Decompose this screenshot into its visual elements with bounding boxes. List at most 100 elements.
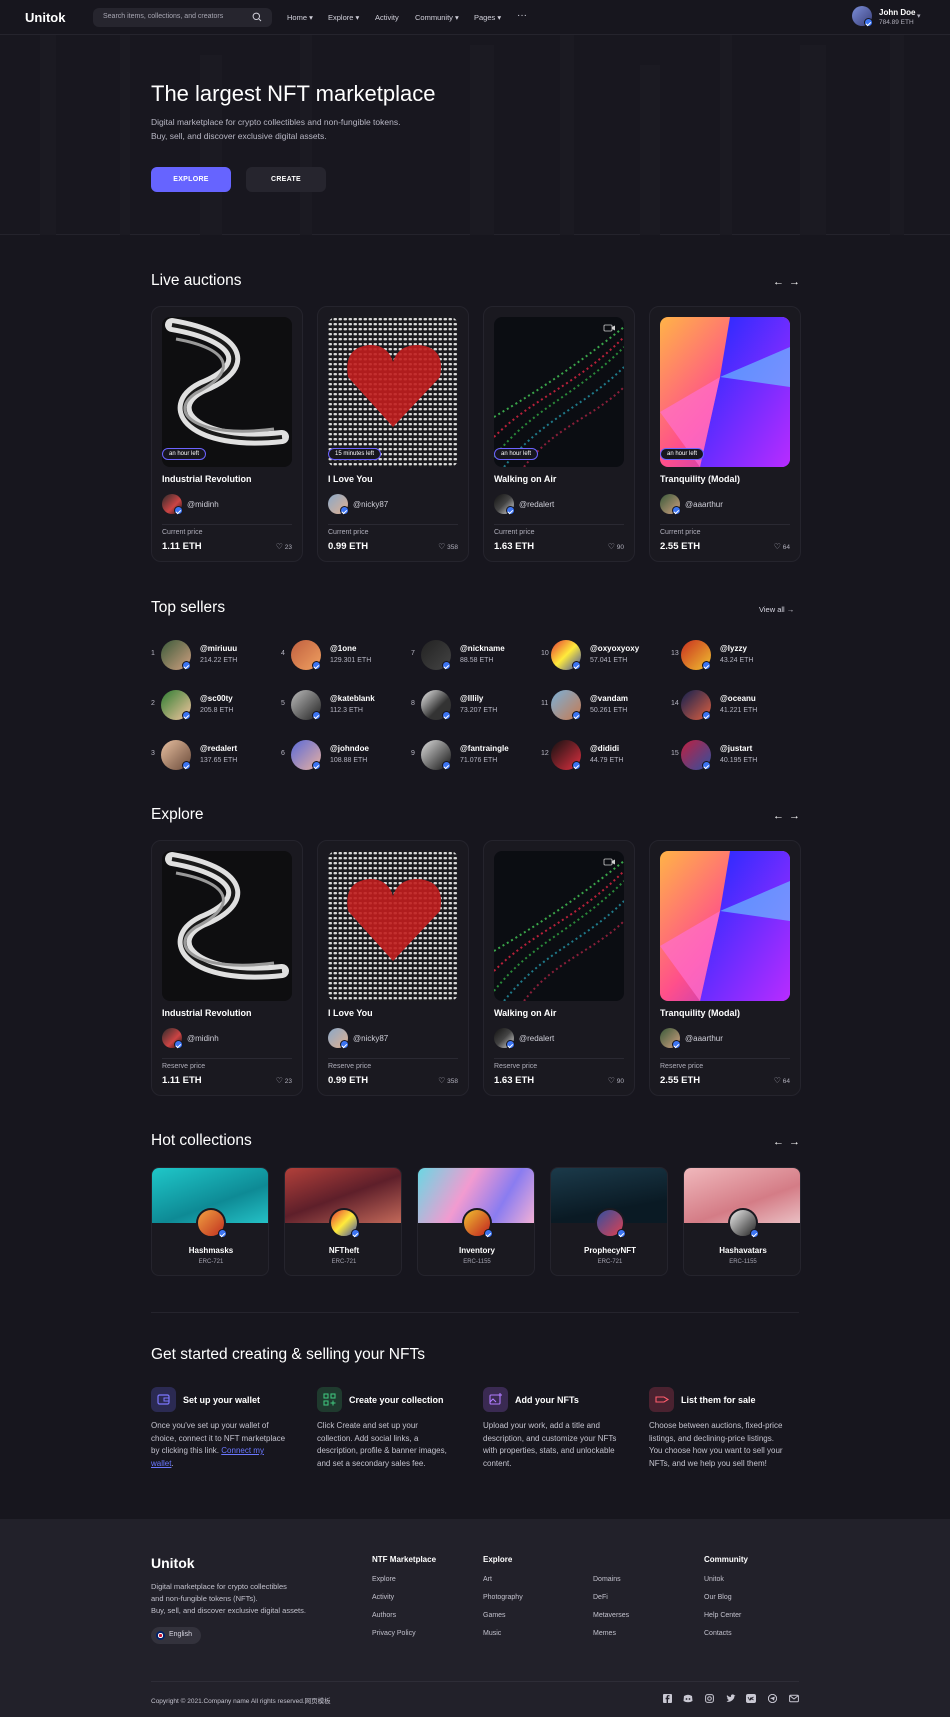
seller-item[interactable]: 10 @oxyoxyoxy 57.041 ETH [541,638,651,670]
avatar[interactable] [291,640,321,670]
owner-avatar[interactable] [162,494,183,515]
footer-link[interactable]: Unitok [704,1576,724,1583]
footer-link[interactable]: Activity [372,1594,394,1601]
nft-title[interactable]: Industrial Revolution [162,1008,252,1018]
footer-link[interactable]: Help Center [704,1612,741,1619]
nav-home[interactable]: Home ▾ [287,13,313,22]
arrow-right-icon[interactable]: → [789,1136,800,1148]
nav-activity[interactable]: Activity [375,13,399,22]
collection-card[interactable]: Hashavatars ERC-1155 [683,1167,801,1276]
owner-name[interactable]: @midinh [187,1034,219,1043]
arrow-left-icon[interactable]: ← [773,1136,784,1148]
seller-item[interactable]: 2 @sc00ty 205.8 ETH [151,688,261,720]
nft-image[interactable] [162,317,292,467]
seller-item[interactable]: 15 @justart 40.195 ETH [671,738,781,770]
seller-name[interactable]: @justart [720,744,752,753]
avatar[interactable] [681,740,711,770]
mail-icon[interactable] [789,1694,799,1703]
seller-name[interactable]: @oxyoxyoxy [590,644,639,653]
nft-card[interactable]: 15 minutes left I Love You @nicky87 Current… [317,306,469,562]
footer-link[interactable]: DeFi [593,1594,608,1601]
instagram-icon[interactable] [705,1694,714,1703]
seller-name[interactable]: @lllily [460,694,483,703]
seller-item[interactable]: 6 @johndoe 108.88 ETH [281,738,391,770]
footer-link[interactable]: Privacy Policy [372,1630,416,1637]
avatar[interactable] [421,640,451,670]
like-button[interactable]: ♡ 64 [774,1076,790,1085]
nft-image[interactable] [328,317,458,467]
collection-card[interactable]: ProphecyNFT ERC-721 [550,1167,668,1276]
footer-link[interactable]: Explore [372,1576,396,1583]
nft-image[interactable] [494,851,624,1001]
twitter-icon[interactable] [726,1694,736,1703]
owner-avatar[interactable] [494,1028,515,1049]
footer-link[interactable]: Authors [372,1612,396,1619]
footer-logo[interactable]: Unitok [151,1555,195,1571]
create-button[interactable]: CREATE [246,167,326,192]
arrow-left-icon[interactable]: ← [773,810,784,822]
seller-item[interactable]: 14 @oceanu 41.221 ETH [671,688,781,720]
avatar[interactable] [291,740,321,770]
seller-name[interactable]: @dididi [590,744,619,753]
avatar[interactable] [551,640,581,670]
owner-name[interactable]: @redalert [519,1034,554,1043]
seller-name[interactable]: @fantraingle [460,744,509,753]
facebook-icon[interactable] [663,1694,672,1703]
seller-name[interactable]: @redalert [200,744,237,753]
seller-item[interactable]: 8 @lllily 73.207 ETH [411,688,521,720]
language-selector[interactable]: English [151,1627,201,1644]
footer-link[interactable]: Games [483,1612,506,1619]
nft-image[interactable] [660,317,790,467]
footer-link[interactable]: Music [483,1630,501,1637]
owner-name[interactable]: @nicky87 [353,1034,388,1043]
arrow-right-icon[interactable]: → [789,810,800,822]
footer-link[interactable]: Contacts [704,1630,732,1637]
seller-item[interactable]: 4 @1one 129.301 ETH [281,638,391,670]
nft-card[interactable]: Tranquility (Modal) @aaarthur Reserve pric… [649,840,801,1096]
seller-name[interactable]: @nickname [460,644,505,653]
nft-card[interactable]: Industrial Revolution @midinh Reserve pric… [151,840,303,1096]
footer-link[interactable]: Memes [593,1630,616,1637]
search-icon[interactable] [252,12,262,22]
nft-title[interactable]: Walking on Air [494,1008,556,1018]
more-menu-button[interactable]: ··· [517,10,527,21]
like-button[interactable]: ♡ 358 [438,542,458,551]
owner-avatar[interactable] [328,494,349,515]
footer-link[interactable]: Photography [483,1594,523,1601]
seller-item[interactable]: 3 @redalert 137.65 ETH [151,738,261,770]
owner-name[interactable]: @midinh [187,500,219,509]
avatar[interactable] [551,690,581,720]
seller-name[interactable]: @miriuuu [200,644,237,653]
seller-name[interactable]: @sc00ty [200,694,233,703]
nft-image[interactable] [162,851,292,1001]
nft-title[interactable]: I Love You [328,1008,373,1018]
like-button[interactable]: ♡ 90 [608,1076,624,1085]
nft-image[interactable] [494,317,624,467]
collection-name[interactable]: Hashmasks [152,1246,268,1255]
like-button[interactable]: ♡ 64 [774,542,790,551]
nft-image[interactable] [660,851,790,1001]
seller-item[interactable]: 1 @miriuuu 214.22 ETH [151,638,261,670]
owner-name[interactable]: @aaarthur [685,500,723,509]
footer-link[interactable]: Our Blog [704,1594,732,1601]
nft-card[interactable]: an hour left Tranquility (Modal) @aaarthur… [649,306,801,562]
avatar[interactable] [291,690,321,720]
owner-name[interactable]: @aaarthur [685,1034,723,1043]
arrow-left-icon[interactable]: ← [773,276,784,288]
search-input[interactable]: Search items, collections, and creators [93,8,272,27]
explore-button[interactable]: EXPLORE [151,167,231,192]
nft-title[interactable]: Tranquility (Modal) [660,1008,740,1018]
collection-name[interactable]: NFTheft [285,1246,401,1255]
collection-card[interactable]: NFTheft ERC-721 [284,1167,402,1276]
avatar[interactable] [551,740,581,770]
avatar[interactable] [681,690,711,720]
collection-card[interactable]: Hashmasks ERC-721 [151,1167,269,1276]
logo[interactable]: Unitok [25,10,65,25]
footer-link[interactable]: Art [483,1576,492,1583]
nft-image[interactable] [328,851,458,1001]
seller-name[interactable]: @vandam [590,694,628,703]
nft-card[interactable]: I Love You @nicky87 Reserve price 0.99 ETH ♡… [317,840,469,1096]
owner-name[interactable]: @nicky87 [353,500,388,509]
seller-item[interactable]: 5 @kateblank 112.3 ETH [281,688,391,720]
avatar[interactable] [421,740,451,770]
